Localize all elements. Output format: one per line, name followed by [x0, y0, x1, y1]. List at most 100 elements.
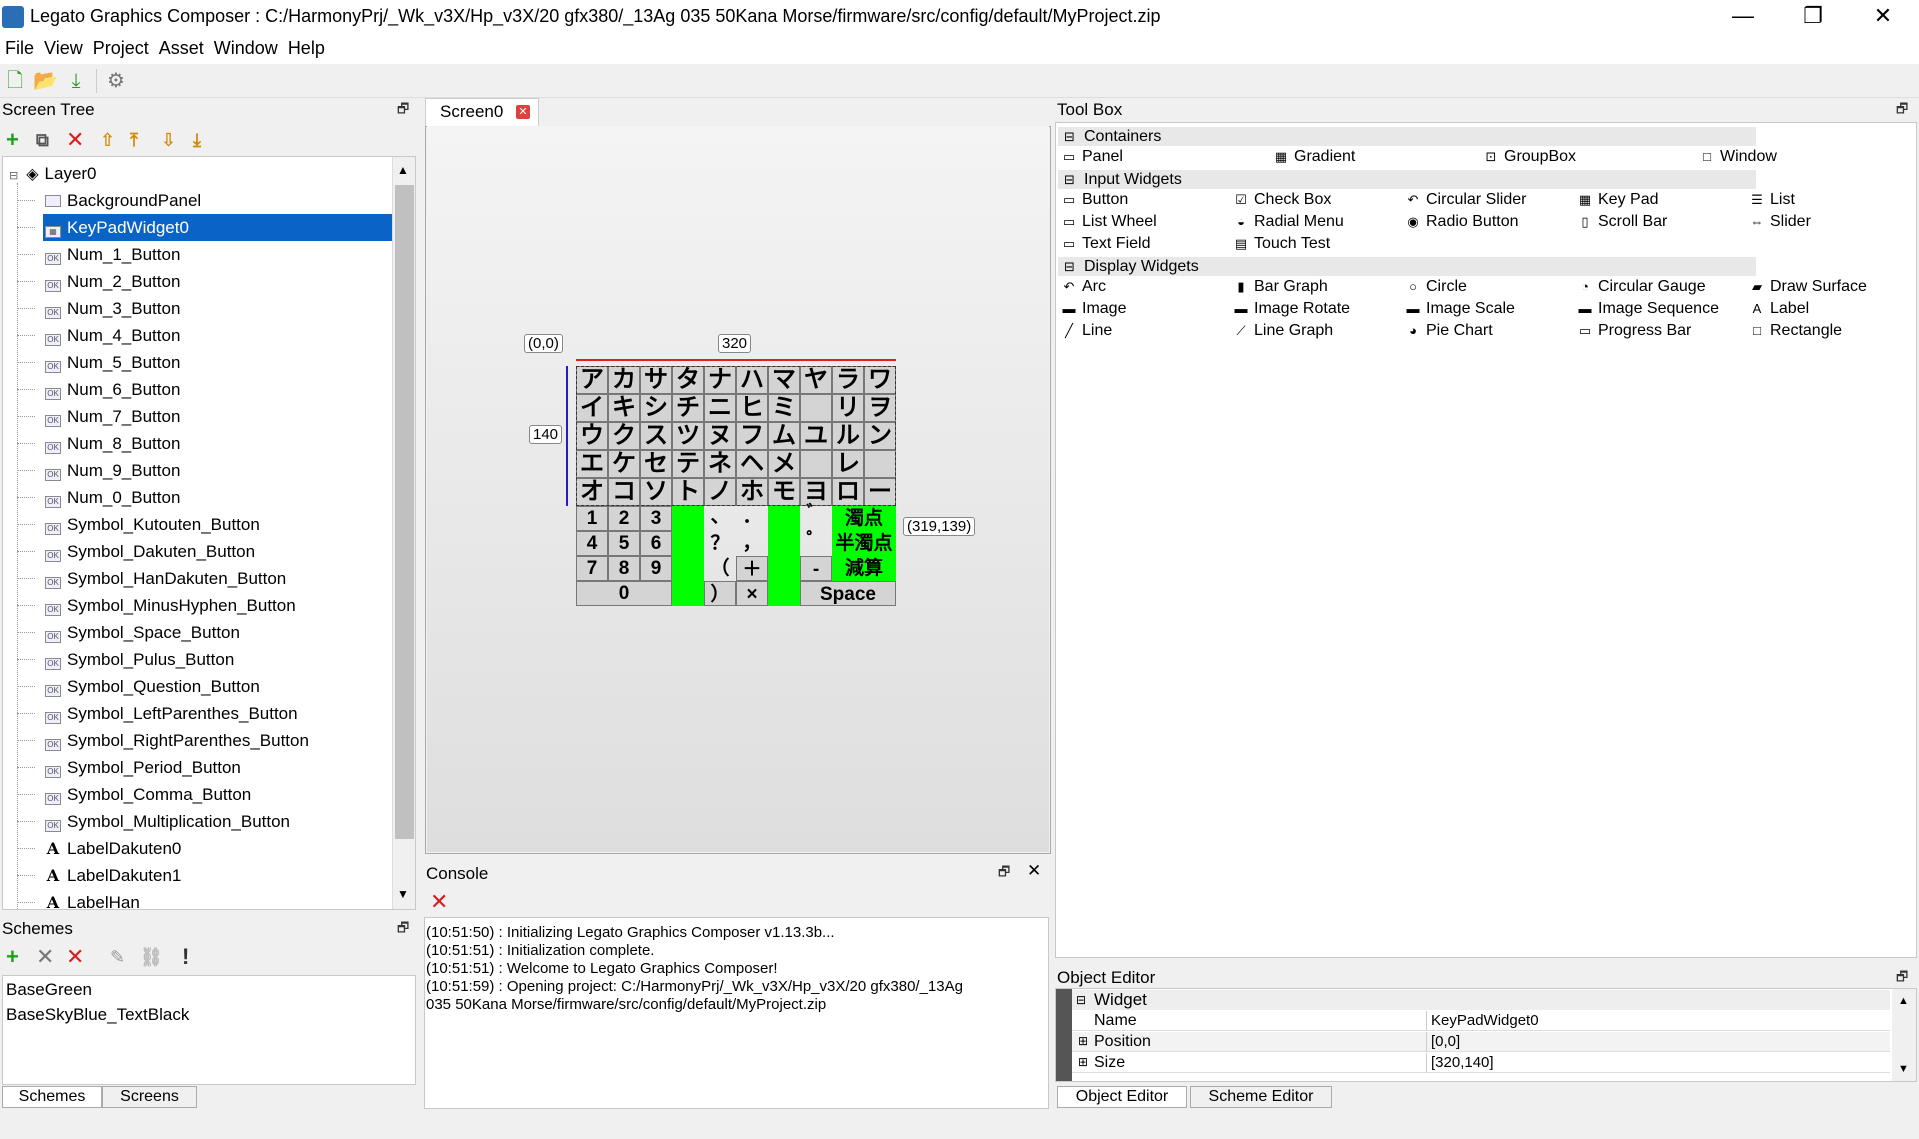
tool-slider[interactable]: ⇔ Slider [1750, 212, 1811, 232]
minimize-button[interactable]: — [1708, 0, 1778, 34]
close-tab-icon[interactable]: ✕ [516, 105, 530, 119]
tree-item-num-8-button[interactable]: OK Num_8_Button [43, 430, 392, 457]
oe-scroll-up-icon[interactable]: ▲ [1898, 995, 1909, 1007]
expand-icon[interactable]: ⊞ [1078, 1055, 1088, 1069]
tree-item-labelhan[interactable]: A LabelHan [43, 889, 392, 909]
tree-item-num-4-button[interactable]: OK Num_4_Button [43, 322, 392, 349]
tab-schemes[interactable]: Schemes [2, 1086, 102, 1108]
collapse-icon[interactable]: ⊟ [1064, 170, 1075, 189]
num-8-button[interactable]: 8 [608, 556, 640, 581]
tree-item-num-0-button[interactable]: OK Num_0_Button [43, 484, 392, 511]
property-value[interactable]: [320,140] [1426, 1053, 1890, 1073]
tool-rectangle[interactable]: □ Rectangle [1750, 321, 1842, 341]
num-5-button[interactable]: 5 [608, 531, 640, 556]
tree-item-symbol-rightparenthes-button[interactable]: OK Symbol_RightParenthes_Button [43, 727, 392, 754]
save-project-icon[interactable]: ⤓ [64, 69, 88, 93]
edit-scheme-icon[interactable]: ✎ [110, 945, 125, 969]
tool-image-rotate[interactable]: ▬ Image Rotate [1234, 299, 1351, 319]
property-value[interactable]: KeyPadWidget0 [1426, 1011, 1890, 1031]
menu-view[interactable]: View [39, 34, 88, 59]
clear-console-icon[interactable]: ✕ [430, 890, 448, 914]
oe-scroll-down-icon[interactable]: ▼ [1898, 1063, 1909, 1075]
tool-list[interactable]: ☰ List [1750, 190, 1795, 210]
tree-item-symbol-minushyphen-button[interactable]: OK Symbol_MinusHyphen_Button [43, 592, 392, 619]
dakuten-button[interactable]: ゛ [800, 504, 832, 531]
tab-object-editor[interactable]: Object Editor [1057, 1086, 1187, 1108]
num-7-button[interactable]: 7 [576, 556, 608, 581]
tool-scroll-bar[interactable]: ▯ Scroll Bar [1578, 212, 1667, 232]
menu-asset[interactable]: Asset [154, 34, 209, 59]
tree-item-labeldakuten0[interactable]: A LabelDakuten0 [43, 835, 392, 862]
kutouten-button[interactable]: 、 [704, 506, 736, 531]
toolbox-float-icon[interactable]: 🗗 [1896, 100, 1908, 122]
property-row[interactable]: ⊞ Size [320,140] [1072, 1053, 1890, 1073]
move-down-icon[interactable]: ⇩ [161, 128, 176, 152]
add-scheme-icon[interactable]: + [6, 945, 19, 969]
tree-item-num-5-button[interactable]: OK Num_5_Button [43, 349, 392, 376]
tool-arc[interactable]: ↶ Arc [1062, 277, 1106, 297]
tab-screens[interactable]: Screens [102, 1086, 197, 1108]
tool-groupbox[interactable]: ⊡ GroupBox [1484, 147, 1577, 167]
collapse-icon[interactable]: ⊟ [1076, 990, 1086, 1010]
property-value[interactable]: [0,0] [1426, 1032, 1890, 1052]
tool-check-box[interactable]: ☑ Check Box [1234, 190, 1331, 210]
tree-item-num-3-button[interactable]: OK Num_3_Button [43, 295, 392, 322]
tree-item-symbol-dakuten-button[interactable]: OK Symbol_Dakuten_Button [43, 538, 392, 565]
left-paren-button[interactable]: （ [704, 556, 736, 581]
menu-project[interactable]: Project [88, 34, 154, 59]
toolbox-section-input-widgets[interactable]: ⊟ Input Widgets [1058, 170, 1756, 189]
delete-widget-icon[interactable]: ✕ [66, 128, 84, 152]
plus-button[interactable]: ＋ [736, 556, 768, 581]
move-bottom-icon[interactable]: ⤓ [193, 128, 201, 152]
num-3-button[interactable]: 3 [640, 506, 672, 531]
minus-hyphen-button[interactable]: - [800, 556, 832, 581]
multiplication-button[interactable]: × [736, 581, 768, 606]
period-button[interactable]: ． [736, 506, 768, 531]
property-row[interactable]: Name KeyPadWidget0 [1072, 1011, 1890, 1031]
widget-group-row[interactable]: ⊟ Widget [1072, 990, 1890, 1010]
tool-gradient[interactable]: ▦ Gradient [1274, 147, 1356, 167]
tree-item-symbol-pulus-button[interactable]: OK Symbol_Pulus_Button [43, 646, 392, 673]
menu-file[interactable]: File [0, 34, 39, 59]
menu-help[interactable]: Help [283, 34, 330, 59]
tab-screen0[interactable]: Screen0 ✕ [425, 98, 539, 126]
num-4-button[interactable]: 4 [576, 531, 608, 556]
num-2-button[interactable]: 2 [608, 506, 640, 531]
collapse-icon[interactable]: ⊟ [1064, 127, 1075, 146]
tool-panel[interactable]: ▭ Panel [1062, 147, 1123, 167]
tool-line[interactable]: ╱ Line [1062, 321, 1112, 341]
tree-item-symbol-handakuten-button[interactable]: OK Symbol_HanDakuten_Button [43, 565, 392, 592]
space-button[interactable]: Space [800, 581, 896, 606]
tool-progress-bar[interactable]: ▭ Progress Bar [1578, 321, 1692, 341]
tool-window[interactable]: □ Window [1700, 147, 1777, 167]
property-row[interactable]: ⊞ Position [0,0] [1072, 1032, 1890, 1052]
handakuten-button[interactable]: ゜ [800, 531, 832, 556]
move-top-icon[interactable]: ⤒ [130, 128, 138, 152]
add-layer-icon[interactable]: ⧉ [36, 128, 49, 152]
tool-bar-graph[interactable]: ▮ Bar Graph [1234, 277, 1327, 297]
tool-radio-button[interactable]: ◉ Radio Button [1406, 212, 1518, 232]
toolbox-section-containers[interactable]: ⊟ Containers [1058, 127, 1756, 146]
tool-key-pad[interactable]: ▦ Key Pad [1578, 190, 1659, 210]
tool-image[interactable]: ▬ Image [1062, 299, 1127, 319]
question-button[interactable]: ？ [704, 531, 736, 556]
tool-circular-gauge[interactable]: ◔ Circular Gauge [1578, 277, 1706, 297]
tool-image-scale[interactable]: ▬ Image Scale [1406, 299, 1515, 319]
num-9-button[interactable]: 9 [640, 556, 672, 581]
add-widget-icon[interactable]: + [6, 128, 19, 152]
tree-item-num-7-button[interactable]: OK Num_7_Button [43, 403, 392, 430]
right-paren-button[interactable]: ） [704, 581, 736, 606]
tree-item-symbol-comma-button[interactable]: OK Symbol_Comma_Button [43, 781, 392, 808]
console-close-icon[interactable]: ✕ [1027, 861, 1041, 881]
tree-item-symbol-multiplication-button[interactable]: OK Symbol_Multiplication_Button [43, 808, 392, 835]
scroll-up-icon[interactable]: ▲ [397, 163, 409, 177]
tool-button[interactable]: ▭ Button [1062, 190, 1128, 210]
delete-scheme-icon[interactable]: ✕ [66, 945, 84, 969]
tool-label[interactable]: A Label [1750, 299, 1810, 319]
tree-item-symbol-leftparenthes-button[interactable]: OK Symbol_LeftParenthes_Button [43, 700, 392, 727]
scheme-item[interactable]: BaseGreen [6, 980, 92, 1000]
new-project-icon[interactable]: 🗋 [3, 69, 27, 93]
tool-circular-slider[interactable]: ↶ Circular Slider [1406, 190, 1527, 210]
tool-line-graph[interactable]: ⟋ Line Graph [1234, 321, 1333, 341]
num-1-button[interactable]: 1 [576, 506, 608, 531]
